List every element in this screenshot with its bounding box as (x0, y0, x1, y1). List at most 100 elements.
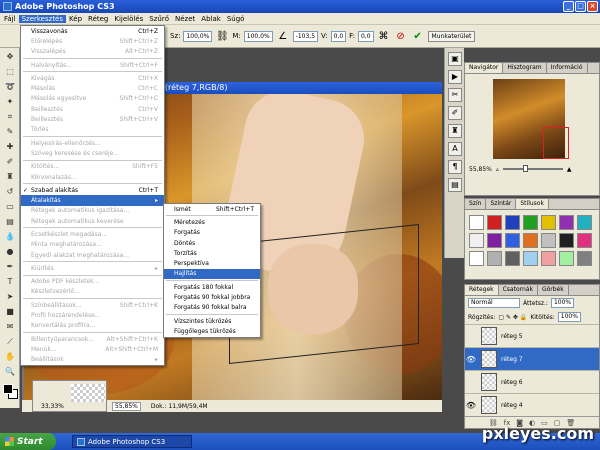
history-brush-tool-icon[interactable]: ↺ (3, 185, 17, 198)
menu-item[interactable]: Forgatás 90 fokkal jobbra (164, 292, 260, 302)
blur-tool-icon[interactable]: 💧 (3, 230, 17, 243)
layer-row[interactable]: 👁 réteg 4 (465, 393, 599, 416)
start-button[interactable]: Start (0, 433, 56, 450)
lasso-tool-icon[interactable]: ➰ (3, 80, 17, 93)
history-panel-icon[interactable]: ▣ (448, 52, 462, 66)
minimize-button[interactable]: _ (563, 1, 574, 12)
menu-file[interactable]: Fájl (1, 15, 19, 23)
document-zoom[interactable]: 55,85% (112, 401, 141, 411)
menu-item[interactable]: Menük... Alt+Shift+Ctrl+M (21, 344, 164, 354)
menu-item[interactable]: Forgatás (164, 228, 260, 238)
tool-presets-icon[interactable]: ✂ (448, 88, 462, 102)
menu-item[interactable]: Forgatás 90 fokkal balra (164, 303, 260, 313)
clone-stamp-tool-icon[interactable]: ♜ (3, 170, 17, 183)
visibility-eye-icon[interactable]: 👁 (465, 355, 477, 364)
menu-item[interactable]: Halványítás... Shift+Ctrl+F (21, 60, 164, 70)
clone-source-icon[interactable]: ♜ (448, 124, 462, 138)
menu-filter[interactable]: Szűrő (146, 15, 172, 23)
style-swatch[interactable] (559, 251, 574, 266)
zoom-tool-icon[interactable]: 🔍 (3, 365, 17, 378)
tab-channels[interactable]: Csatornák (499, 285, 538, 295)
foreground-color-swatch[interactable] (3, 384, 13, 394)
tab-swatches[interactable]: Színtár (486, 199, 517, 209)
brushes-panel-icon[interactable]: ✐ (448, 106, 462, 120)
marquee-tool-icon[interactable]: ⬚ (3, 65, 17, 78)
style-swatch[interactable] (469, 215, 484, 230)
style-swatch[interactable] (487, 233, 502, 248)
menu-item[interactable]: Ismét Shift+Ctrl+T (164, 204, 260, 214)
zoom-in-icon[interactable]: ▲ (567, 166, 572, 173)
menu-item[interactable]: Színbeállítások... Shift+Ctrl+K (21, 300, 164, 310)
brush-tool-icon[interactable]: ✐ (3, 155, 17, 168)
menu-item[interactable]: ✓ Szabad alakítás Ctrl+T (21, 185, 164, 195)
menu-item[interactable]: Előrelépés Shift+Ctrl+Z (21, 36, 164, 46)
menu-item[interactable]: Helyesírás-ellenőrzés... (21, 138, 164, 148)
navigator-zoom-slider[interactable] (502, 165, 563, 172)
style-swatch[interactable] (577, 251, 592, 266)
workspace-button[interactable]: Munkaterület (427, 30, 476, 42)
taskbar-item-photoshop[interactable]: Adobe Photoshop CS3 (72, 435, 192, 448)
menu-item[interactable]: Billentyűparancsok... Alt+Shift+Ctrl+K (21, 334, 164, 344)
layer-comps-icon[interactable]: ▤ (448, 178, 462, 192)
layer-row[interactable]: réteg 5 (465, 324, 599, 347)
menu-item[interactable]: Beállítások ▸ (21, 355, 164, 365)
menu-item[interactable]: Profil hozzárendelése... (21, 310, 164, 320)
menu-item[interactable]: Méretezés (164, 217, 260, 227)
path-selection-tool-icon[interactable]: ➤ (3, 290, 17, 303)
menu-item[interactable]: Függőleges tükrözés (164, 326, 260, 336)
maximize-button[interactable]: □ (575, 1, 586, 12)
menu-item[interactable]: Visszalépés Alt+Ctrl+Z (21, 47, 164, 57)
zoom-out-icon[interactable]: ▵ (496, 166, 499, 173)
angle-field[interactable]: -103,5 (292, 30, 319, 42)
style-swatch[interactable] (523, 215, 538, 230)
zoom-slider-knob[interactable] (522, 165, 528, 172)
style-swatch[interactable] (505, 233, 520, 248)
menu-window[interactable]: Ablak (198, 15, 224, 23)
gradient-tool-icon[interactable]: ▤ (3, 215, 17, 228)
lock-icons[interactable]: ▢ ✎ ✥ 🔒 (498, 314, 527, 321)
type-tool-icon[interactable]: T (3, 275, 17, 288)
menu-item[interactable]: Készletvezérlő... (21, 287, 164, 297)
navigator-preview[interactable] (493, 79, 569, 159)
menu-item[interactable]: Egyedi alakzat meghatározása... (21, 250, 164, 260)
style-swatch[interactable] (559, 233, 574, 248)
menu-item[interactable]: Kiürítés ▸ (21, 263, 164, 273)
menu-item[interactable]: Kivágás Ctrl+X (21, 73, 164, 83)
menu-layer[interactable]: Réteg (85, 15, 111, 23)
menu-item[interactable]: Torzítás (164, 248, 260, 258)
blend-mode-select[interactable]: Normál (468, 298, 520, 308)
menu-select[interactable]: Kijelölés (111, 15, 146, 23)
eyedropper-tool-icon[interactable]: ⟋ (3, 335, 17, 348)
style-swatch[interactable] (469, 233, 484, 248)
menu-item[interactable]: Minta meghatározása... (21, 240, 164, 250)
move-tool-icon[interactable]: ✥ (3, 50, 17, 63)
menu-item[interactable]: Törlés (21, 125, 164, 135)
style-swatch[interactable] (523, 251, 538, 266)
menu-item[interactable]: Ecsetkészlet megadása... (21, 229, 164, 239)
navigator-view-box[interactable] (543, 127, 569, 159)
menu-item[interactable]: Visszavonás Ctrl+Z (21, 26, 164, 36)
style-swatch[interactable] (505, 215, 520, 230)
tab-histogram[interactable]: Hisztogram (503, 63, 547, 73)
style-swatch[interactable] (487, 215, 502, 230)
dodge-tool-icon[interactable]: ● (3, 245, 17, 258)
menu-edit[interactable]: Szerkesztés (18, 14, 67, 23)
layer-row[interactable]: réteg 6 (465, 370, 599, 393)
style-swatch[interactable] (487, 251, 502, 266)
notes-tool-icon[interactable]: ✉ (3, 320, 17, 333)
healing-brush-tool-icon[interactable]: ✚ (3, 140, 17, 153)
menu-item[interactable]: Hajlítás (164, 268, 260, 280)
menu-item[interactable]: Adobe PDF készletek... (21, 277, 164, 287)
v-skew-field[interactable]: 0,0 (357, 30, 374, 42)
magic-wand-tool-icon[interactable]: ✦ (3, 95, 17, 108)
commit-transform-icon[interactable]: ✔ (411, 29, 425, 43)
shape-tool-icon[interactable]: ■ (3, 305, 17, 318)
tab-styles[interactable]: Stílusok (516, 199, 549, 209)
opacity-field[interactable]: 100% (550, 298, 575, 308)
style-swatch[interactable] (541, 215, 556, 230)
h-skew-field[interactable]: 0,0 (330, 30, 347, 42)
width-field[interactable]: 100,0% (183, 30, 213, 42)
tab-layers[interactable]: Rétegek (465, 285, 499, 295)
menu-item[interactable]: Rétegek automatikus igazítása... (21, 206, 164, 216)
menu-image[interactable]: Kép (66, 15, 85, 23)
